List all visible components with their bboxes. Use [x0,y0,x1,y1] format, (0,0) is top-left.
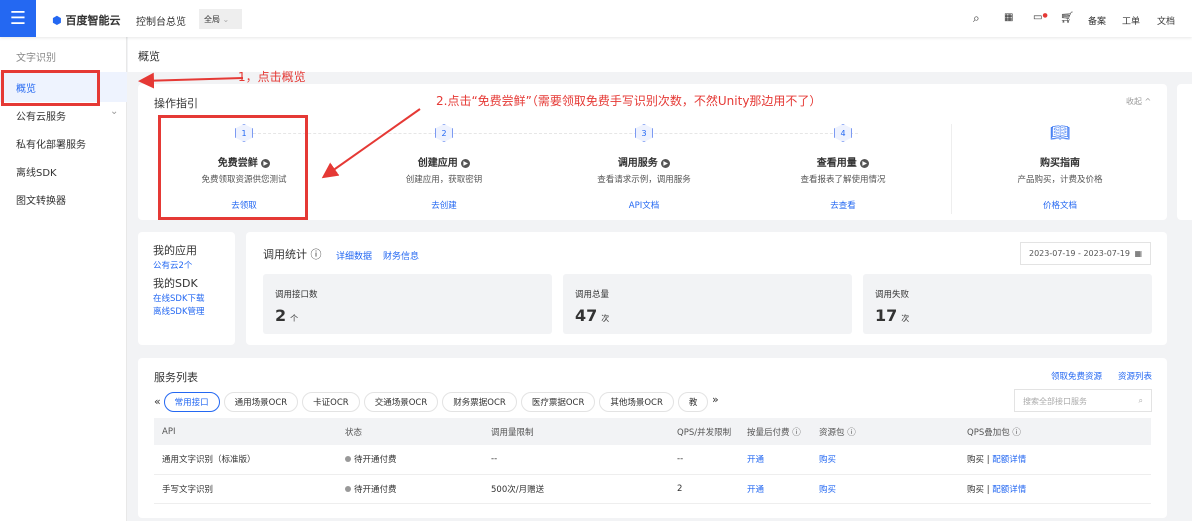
logo-icon: ⬢ [52,14,62,27]
beian-link[interactable]: 备案 [1088,14,1106,27]
ticket-link[interactable]: 工单 [1122,14,1140,27]
region-value: 全局 [204,15,220,24]
cart-icon[interactable]: 🛒︎ [1060,11,1074,24]
annotation-arrows [138,72,421,179]
menu-button[interactable]: ☰ [0,0,36,37]
arrow-1 [138,72,244,89]
qrcode-icon[interactable]: ▦ [1004,12,1013,23]
logo[interactable]: ⬢ 百度智能云 [52,12,120,28]
logo-text: 百度智能云 [65,14,121,27]
console-link[interactable]: 控制台总览 [136,13,186,28]
chevron-down-icon: ⌄ [222,15,230,24]
message-icon[interactable]: ▭● [1033,12,1048,23]
docs-link[interactable]: 文档 [1157,14,1175,27]
top-bar: ☰ ⬢ 百度智能云 控制台总览 全局 ⌄ ⌕ ▦ ▭● 🛒︎ 备案 工单 文档 [0,0,1192,37]
region-select[interactable]: 全局 ⌄ [199,9,242,29]
arrow-2 [321,108,421,179]
search-icon[interactable]: ⌕ [973,11,980,26]
